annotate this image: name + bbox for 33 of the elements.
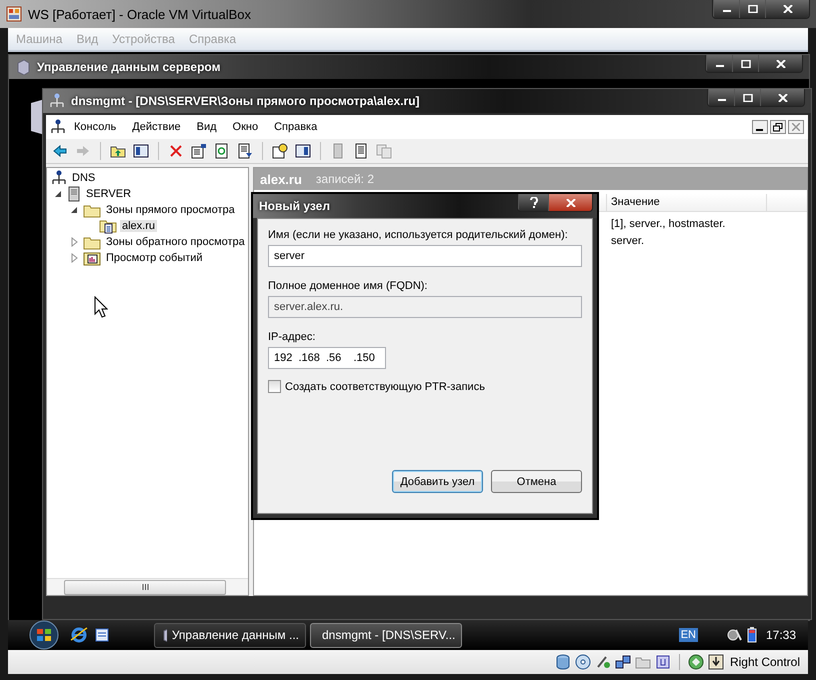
menu-item[interactable]: Вид bbox=[188, 121, 225, 133]
checkbox-label[interactable]: Создать соответствующую PTR-запись bbox=[285, 380, 485, 392]
window-title: WS [Работает] - Oracle VM VirtualBox bbox=[28, 6, 252, 22]
taskbar-button[interactable]: dnsmgmt - [DNS\SERV... bbox=[310, 622, 462, 648]
menu-item[interactable]: Действие bbox=[124, 121, 189, 133]
column-header[interactable]: Значение bbox=[607, 194, 767, 211]
menu-item[interactable]: Справка bbox=[266, 121, 326, 133]
field-label: Имя (если не указано, используется родительский домен): bbox=[268, 229, 568, 241]
window-title: dnsmgmt - [DNS\SERVER\Зоны прямого просмотра\alex.ru] bbox=[71, 94, 421, 108]
tree-item[interactable]: Просмотр событий bbox=[104, 252, 205, 264]
window-title: Управление данным сервером bbox=[37, 60, 222, 74]
text-field[interactable]: server bbox=[268, 245, 582, 267]
dialog-title: Новый узел bbox=[259, 199, 331, 213]
clock[interactable]: 17:33 bbox=[766, 628, 796, 642]
taskbar-button[interactable]: Управление данным ... bbox=[154, 622, 306, 648]
field-label: IP-адрес: bbox=[268, 331, 316, 343]
ip-address-field[interactable]: 192 .168 .56 .150 bbox=[268, 347, 386, 369]
table-cell-text: [1], server., hostmaster. bbox=[611, 217, 726, 232]
tree-item[interactable]: alex.ru bbox=[120, 220, 158, 232]
tree-item[interactable]: Зоны прямого просмотра bbox=[104, 204, 237, 216]
tree-item[interactable]: SERVER bbox=[84, 188, 134, 200]
menu-item[interactable]: Окно bbox=[224, 121, 266, 133]
dialog-button[interactable]: Отмена bbox=[491, 470, 582, 493]
tree-item[interactable]: DNS bbox=[70, 172, 98, 184]
menu-item[interactable]: Консоль bbox=[66, 121, 124, 133]
language-indicator[interactable]: EN bbox=[678, 628, 698, 642]
record-count: записей: 2 bbox=[316, 172, 374, 186]
dialog-button[interactable]: Добавить узел bbox=[392, 470, 483, 493]
tree-item[interactable]: Зоны обратного просмотра bbox=[104, 236, 247, 248]
host-key-label: Right Control bbox=[730, 655, 800, 669]
field-label: Полное доменное имя (FQDN): bbox=[268, 280, 428, 292]
table-cell-text: server. bbox=[611, 234, 644, 249]
zone-title: alex.ru bbox=[260, 172, 302, 186]
